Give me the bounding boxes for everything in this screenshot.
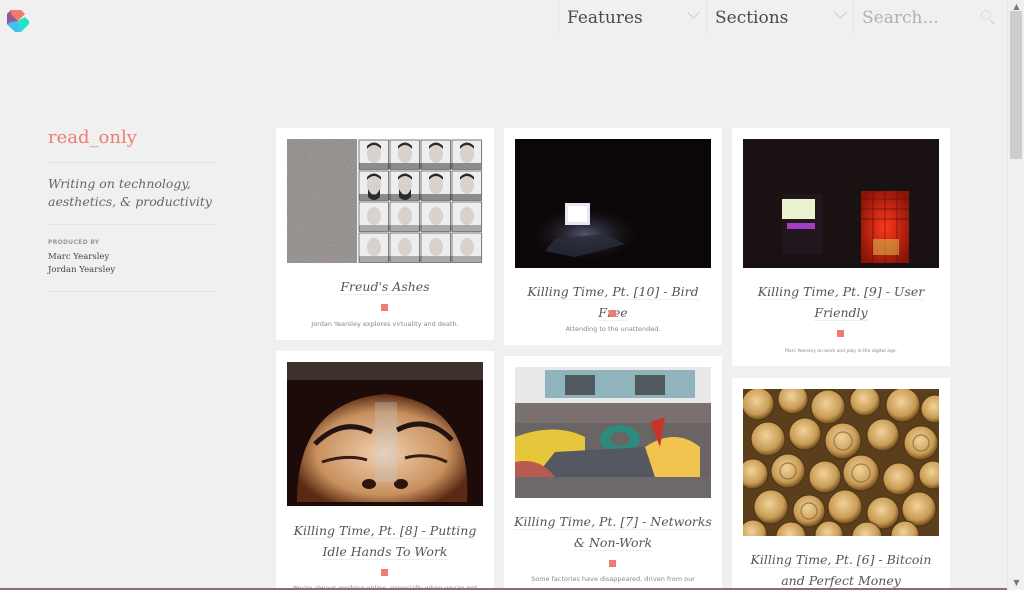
article-excerpt: Marc Yearsley on work and play in the di… [784, 349, 898, 354]
article-card[interactable]: Freud's Ashes Jordan Yearsley explores v… [276, 128, 494, 340]
article-excerpt: Some factories have disappeared, driven … [531, 575, 695, 583]
logo-mark-icon[interactable] [7, 10, 29, 32]
article-title[interactable]: Killing Time, Pt. [7] - Networks & Non-W… [512, 512, 714, 553]
features-dropdown[interactable]: Features [558, 0, 706, 35]
scroll-down-arrow-icon[interactable]: ▼ [1008, 578, 1024, 588]
article-card[interactable]: Killing Time, Pt. [8] - Putting Idle Han… [276, 351, 494, 590]
accent-square-icon [381, 304, 388, 311]
article-card[interactable]: Killing Time, Pt. [9] - User Friendly Ma… [732, 128, 950, 366]
scroll-thumb[interactable] [1010, 11, 1022, 159]
accent-square-icon [609, 560, 616, 567]
article-thumbnail[interactable] [515, 367, 711, 498]
accent-square-icon [381, 569, 388, 576]
search-icon[interactable] [981, 10, 991, 20]
article-card[interactable]: Killing Time, Pt. [10] - Bird Free Atten… [504, 128, 722, 345]
produced-by-label: PRODUCED BY [48, 239, 100, 246]
chevron-down-icon [687, 6, 700, 19]
sections-dropdown[interactable]: Sections [706, 0, 853, 35]
article-thumbnail[interactable] [743, 139, 939, 268]
site-title[interactable]: read_only [48, 127, 218, 163]
article-thumbnail[interactable] [515, 139, 711, 268]
chevron-down-icon [834, 6, 847, 19]
article-excerpt: Jordan Yearsley explores virtuality and … [311, 320, 459, 328]
sidebar: read_only Writing on technology, aesthet… [48, 127, 218, 292]
producer-name[interactable]: Marc Yearsley [48, 251, 218, 264]
sections-label: Sections [715, 7, 789, 28]
features-label: Features [567, 7, 643, 28]
article-thumbnail[interactable] [743, 389, 939, 536]
article-thumbnail[interactable] [287, 139, 483, 263]
accent-square-icon [837, 330, 844, 337]
site-tagline: Writing on technology, aesthetics, & pro… [48, 163, 218, 225]
article-excerpt: Attending to the unattended. [565, 325, 661, 333]
article-title[interactable]: Freud's Ashes [284, 277, 486, 298]
producers-list: Marc Yearsley Jordan Yearsley [48, 251, 218, 292]
article-card[interactable]: Killing Time, Pt. [7] - Networks & Non-W… [504, 356, 722, 590]
article-thumbnail[interactable] [287, 362, 483, 506]
article-title[interactable]: Killing Time, Pt. [6] - Bitcoin and Perf… [740, 550, 942, 590]
top-nav: Features Sections [558, 0, 1005, 35]
article-card[interactable]: Killing Time, Pt. [6] - Bitcoin and Perf… [732, 378, 950, 590]
scrollbar[interactable]: ▲ ▼ [1007, 0, 1024, 590]
producer-name[interactable]: Jordan Yearsley [48, 264, 218, 277]
article-title[interactable]: Killing Time, Pt. [9] - User Friendly [740, 282, 942, 323]
accent-square-icon [609, 310, 616, 317]
search-input[interactable] [862, 7, 972, 28]
search-box [853, 0, 1005, 35]
article-title[interactable]: Killing Time, Pt. [8] - Putting Idle Han… [284, 521, 486, 562]
